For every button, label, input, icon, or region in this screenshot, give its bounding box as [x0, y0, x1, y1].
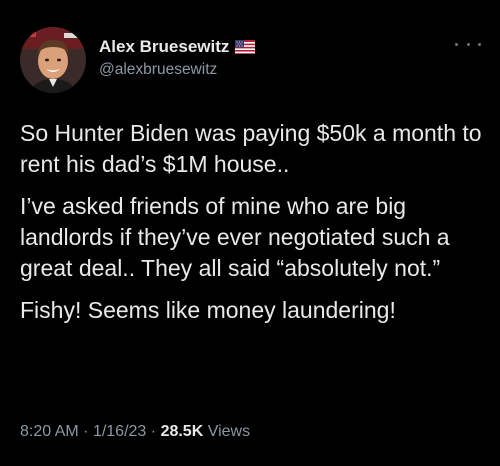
tweet-card: Alex Bruesewitz @alexbruesewitz So Hunte… — [0, 0, 500, 466]
us-flag-icon — [235, 40, 256, 54]
more-dot — [478, 42, 481, 46]
author-block: Alex Bruesewitz @alexbruesewitz — [99, 36, 256, 79]
views-link[interactable]: 28.5K Views — [161, 423, 251, 440]
tweet-text: So Hunter Biden was paying $50k a month … — [20, 118, 490, 337]
meta-separator: · — [150, 423, 161, 440]
name-row: Alex Bruesewitz — [99, 36, 256, 58]
avatar-image — [20, 27, 86, 93]
display-name[interactable]: Alex Bruesewitz — [99, 37, 229, 57]
tweet-time[interactable]: 8:20 AM — [20, 423, 79, 440]
views-count: 28.5K — [160, 423, 204, 440]
more-horizontal-icon[interactable] — [455, 36, 481, 52]
tweet-paragraph: I’ve asked friends of mine who are big l… — [20, 193, 450, 281]
tweet-paragraph: So Hunter Biden was paying $50k a month … — [20, 120, 482, 177]
tweet-paragraph: Fishy! Seems like money laundering! — [20, 297, 396, 323]
more-dot — [466, 42, 470, 46]
meta-separator: · — [83, 423, 93, 440]
user-handle[interactable]: @alexbruesewitz — [99, 61, 255, 79]
tweet-date[interactable]: 1/16/23 — [93, 423, 146, 440]
views-label: Views — [207, 423, 251, 440]
more-dot — [455, 42, 458, 46]
tweet-meta: 8:20 AM · 1/16/23 · 28.5K Views — [20, 423, 250, 441]
avatar[interactable] — [20, 27, 86, 93]
